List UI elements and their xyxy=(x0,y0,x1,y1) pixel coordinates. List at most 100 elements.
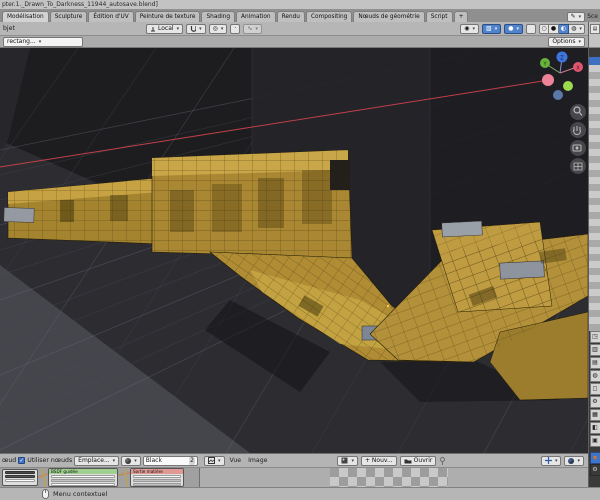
properties-tab-icon[interactable]: ▣ xyxy=(589,435,600,447)
axis-neg-z-ball[interactable] xyxy=(553,90,563,100)
properties-tab-icon[interactable]: ▦ xyxy=(589,409,600,421)
properties-tab-icon[interactable]: ▤ xyxy=(589,357,600,369)
node-menu-partial[interactable]: œud xyxy=(2,457,16,464)
status-bar: Menu contextuel xyxy=(0,487,600,500)
principled-bsdf-node[interactable]: BSDF guidée xyxy=(48,468,118,487)
use-nodes-label[interactable]: Utiliser nœuds xyxy=(27,457,72,464)
orientation-icon xyxy=(151,26,155,31)
open-image-button[interactable]: Ouvrir xyxy=(399,455,437,466)
tab-animation[interactable]: Animation xyxy=(236,11,276,22)
properties-tab-icon[interactable]: ▥ xyxy=(589,344,600,356)
dot-icon: · xyxy=(234,24,237,32)
tab-shading[interactable]: Shading xyxy=(201,11,236,22)
camera-view-button[interactable] xyxy=(570,140,586,156)
datablock-name-field[interactable]: Black 2 xyxy=(142,455,198,466)
tab-modelisation[interactable]: Modélisation xyxy=(2,11,49,22)
zoom-button[interactable] xyxy=(570,104,586,120)
solid-icon: ● xyxy=(550,24,557,32)
level-mesh-structure[interactable] xyxy=(151,149,353,259)
shading-rendered-button[interactable]: ◍ xyxy=(569,23,585,34)
right-panel-strip: ▤ ◳ ▥ ▤ ◍ ◻ ⚙ ▦ ◧ ▣ ▪ ⚙ xyxy=(588,22,600,487)
image-shading-dropdown[interactable] xyxy=(564,455,584,466)
ortho-toggle-button[interactable] xyxy=(570,158,586,174)
image-menu[interactable]: Image xyxy=(246,457,269,464)
scene-icon-dropdown[interactable]: ✎ xyxy=(566,11,586,22)
xray-toggle-button[interactable] xyxy=(526,23,536,34)
image-editor-canvas[interactable] xyxy=(200,468,588,487)
image-icon xyxy=(208,457,215,464)
tab-rendu[interactable]: Rendu xyxy=(276,11,305,22)
tab-compositing[interactable]: Compositing xyxy=(305,11,353,22)
tab-sculpture[interactable]: Sculpture xyxy=(49,11,88,22)
shading-solid-button[interactable]: ● xyxy=(549,23,559,34)
scene-selector-label[interactable]: Sce xyxy=(587,13,598,20)
show-gizmos-dropdown[interactable]: ▧ xyxy=(482,23,502,34)
tab-texture-paint[interactable]: Peinture de texture xyxy=(134,11,201,22)
properties-tab-icon[interactable]: ◍ xyxy=(589,370,600,382)
shader-node-canvas[interactable]: BSDF guidée Sortie matière xyxy=(0,468,200,487)
blender-window: pter.1._Drawn_To_Darkness_11944_autosave… xyxy=(0,0,600,500)
add-workspace-button[interactable]: + xyxy=(453,11,469,22)
3d-viewport[interactable]: Z Y X xyxy=(0,29,600,454)
visibility-icon: ◉ xyxy=(464,24,470,32)
transform-orientation-dropdown[interactable]: Local xyxy=(146,23,184,34)
tool-settings-bar: rectang... Options xyxy=(0,36,588,48)
material-properties-tab[interactable]: ▪ xyxy=(589,452,600,464)
shader-node-partial[interactable] xyxy=(2,469,38,486)
users-count-badge[interactable]: 2 xyxy=(189,456,195,465)
material-output-node[interactable]: Sortie matière xyxy=(130,468,184,487)
image-gizmos-dropdown[interactable] xyxy=(540,455,562,466)
active-tool-dropdown[interactable]: rectang... xyxy=(3,36,83,47)
proportional-editing-dropdown[interactable]: ◎ xyxy=(208,23,228,34)
shading-wireframe-button[interactable]: ○ xyxy=(539,23,549,34)
options-dropdown[interactable]: Options xyxy=(548,36,585,47)
image-thumb-icon xyxy=(341,457,348,464)
overlays-icon: ● xyxy=(508,24,514,32)
sphere-icon xyxy=(125,457,132,464)
properties-tab-icon[interactable]: ◻ xyxy=(589,383,600,395)
use-nodes-checkbox[interactable]: ✓ xyxy=(18,457,26,464)
curve-icon: ∿ xyxy=(247,24,253,32)
window-title: pter.1._Drawn_To_Darkness_11944_autosave… xyxy=(0,0,600,10)
tab-geometry-nodes[interactable]: Nœuds de géométrie xyxy=(353,11,425,22)
show-overlays-dropdown[interactable]: ● xyxy=(504,23,523,34)
pin-icon[interactable] xyxy=(439,456,446,465)
new-image-button[interactable]: + Nouv... xyxy=(360,455,397,466)
properties-tab-icon[interactable]: ◳ xyxy=(589,331,600,343)
tab-uv-editing[interactable]: Édition d'UV xyxy=(88,11,134,22)
view-menu[interactable]: Vue xyxy=(228,457,244,464)
viewport-header: bjet Local ◎ · ∿ ◉ ▧ ● ○ ● ◐ ◍ xyxy=(0,22,588,36)
image-datablock-dropdown[interactable] xyxy=(337,455,358,466)
status-hint: Menu contextuel xyxy=(53,490,108,498)
object-mode-label[interactable]: bjet xyxy=(3,25,15,32)
outliner-rows[interactable] xyxy=(589,65,600,331)
properties-tab-icon[interactable]: ⚙ xyxy=(589,396,600,408)
editor-type-icon[interactable]: ▤ xyxy=(590,24,600,34)
axis-neg-x-ball[interactable] xyxy=(542,74,554,86)
tab-script[interactable]: Script xyxy=(425,11,453,22)
rendered-icon: ◍ xyxy=(571,24,577,32)
shading-material-button[interactable]: ◐ xyxy=(559,23,569,34)
workspace-tab-bar: Modélisation Sculpture Édition d'UV Pein… xyxy=(0,10,600,22)
properties-tab-icon[interactable]: ◧ xyxy=(589,422,600,434)
right-panel-header: ▤ xyxy=(589,22,600,48)
image-editor-type-dropdown[interactable] xyxy=(204,455,225,466)
axis-x-label: X xyxy=(576,66,580,72)
object-visibility-dropdown[interactable]: ◉ xyxy=(460,23,480,34)
viewport-scene: Z Y X xyxy=(0,29,600,454)
transparent-checkerboard xyxy=(330,468,448,487)
image-editor-header: Vue Image + Nouv... Ouvrir xyxy=(200,453,588,468)
axis-neg-y-ball[interactable] xyxy=(563,81,573,91)
snap-toggle-button[interactable]: · xyxy=(230,23,241,34)
snap-magnet-dropdown[interactable] xyxy=(186,23,206,34)
outliner-selected-row[interactable] xyxy=(589,57,600,65)
material-preview-icon: ◐ xyxy=(560,24,567,32)
modifier-properties-tab[interactable]: ⚙ xyxy=(589,464,600,476)
folder-icon xyxy=(404,459,412,463)
material-sphere-dropdown[interactable] xyxy=(121,455,141,466)
falloff-dropdown[interactable]: ∿ xyxy=(243,23,262,34)
slot-dropdown[interactable]: Emplace... xyxy=(74,455,120,466)
gizmo-arrows-icon xyxy=(544,457,552,464)
pan-button[interactable] xyxy=(570,122,586,138)
mouse-icon xyxy=(42,489,49,499)
